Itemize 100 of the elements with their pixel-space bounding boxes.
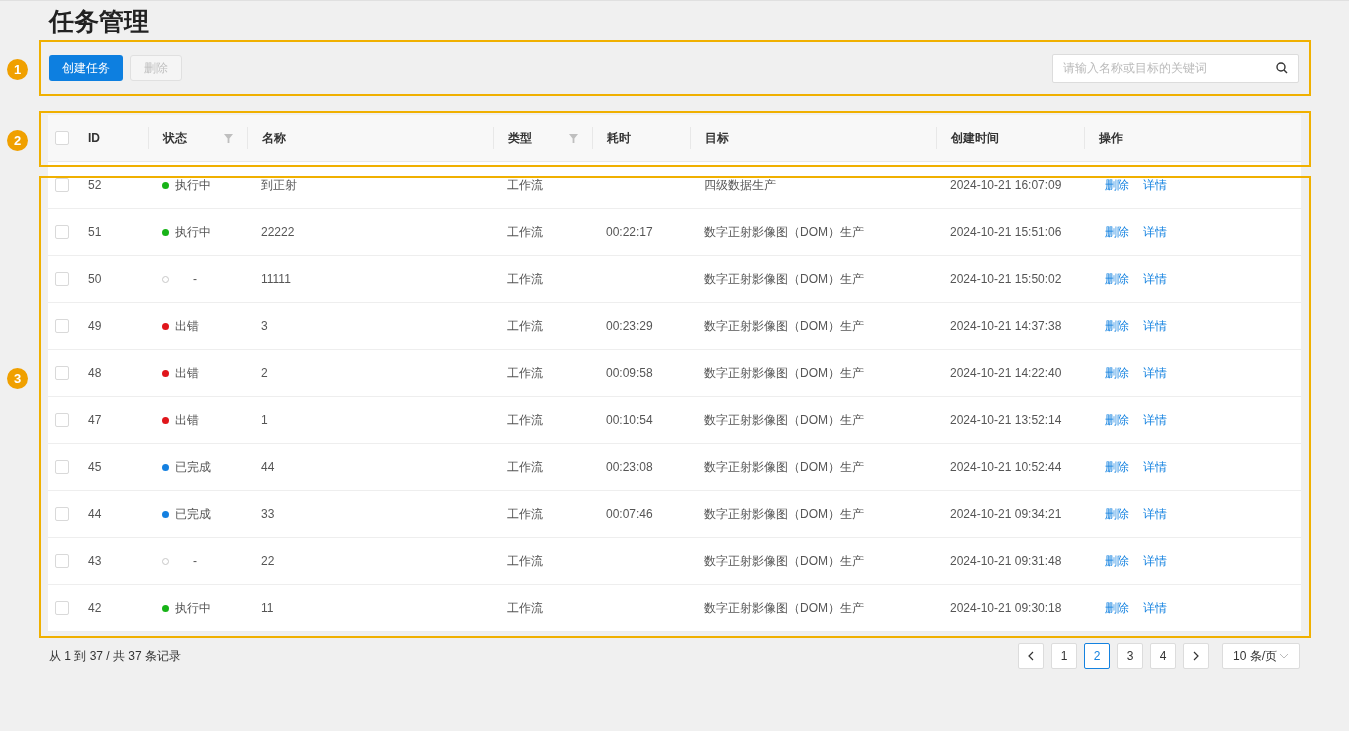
action-link[interactable]: 详情 [1143, 552, 1167, 570]
table-cell-text: 工作流 [506, 365, 543, 382]
table-cell-text: 到正射 [260, 177, 297, 194]
action-link[interactable]: 删除 [1105, 599, 1129, 617]
search-box[interactable]: 请输入名称或目标的关键词 [1052, 53, 1299, 83]
page-button[interactable]: 2 [1084, 643, 1110, 669]
column-header: 目标 [705, 130, 729, 147]
table-cell: 00:07:46 [606, 507, 653, 521]
checkbox[interactable] [55, 413, 69, 427]
action-link[interactable]: 删除 [1105, 270, 1129, 288]
checkbox[interactable] [55, 225, 69, 239]
action-link[interactable]: 详情 [1143, 176, 1167, 194]
action-link[interactable]: 详情 [1143, 505, 1167, 523]
action-link[interactable]: 删除 [1105, 223, 1129, 241]
column-header: 类型 [508, 130, 532, 147]
table-cell-text: 3 [260, 318, 268, 335]
table-cell-text: 数字正射影像图（DOM）生产 [703, 271, 864, 288]
status-text: 已完成 [175, 506, 211, 523]
page-size-select[interactable]: 10 条/页 [1222, 643, 1300, 669]
action-link[interactable]: 详情 [1143, 411, 1167, 429]
callout-number: 1 [7, 59, 28, 80]
action-link[interactable]: 详情 [1143, 599, 1167, 617]
search-icon[interactable] [1276, 62, 1288, 74]
table-cell: 00:23:08 [606, 460, 653, 474]
table-cell-text: 2024-10-21 16:07:09 [949, 177, 1062, 194]
action-link[interactable]: 删除 [1105, 552, 1129, 570]
table-cell-text: 2024-10-21 10:52:44 [949, 459, 1062, 476]
page-button[interactable]: 3 [1117, 643, 1143, 669]
previous-page-button[interactable] [1018, 643, 1044, 669]
table-cell-text: 2024-10-21 15:50:02 [949, 271, 1062, 288]
checkbox[interactable] [55, 366, 69, 380]
action-link[interactable]: 详情 [1143, 223, 1167, 241]
checkbox[interactable] [55, 507, 69, 521]
table-cell-text: 数字正射影像图（DOM）生产 [703, 553, 864, 570]
table-cell-text: 42 [87, 600, 102, 617]
table-cell-text: 数字正射影像图（DOM）生产 [703, 506, 864, 523]
action-link[interactable]: 详情 [1143, 317, 1167, 335]
action-link[interactable]: 删除 [1105, 458, 1129, 476]
page-button[interactable]: 4 [1150, 643, 1176, 669]
checkbox[interactable] [55, 554, 69, 568]
checkbox[interactable] [55, 460, 69, 474]
status-text: 出错 [175, 318, 199, 335]
table-cell-text: 四级数据生产 [703, 177, 776, 194]
checkbox[interactable] [55, 131, 69, 145]
table-cell-text: 45 [87, 459, 102, 476]
table-cell-text: 48 [87, 365, 102, 382]
table-cell-text: 2024-10-21 14:37:38 [949, 318, 1062, 335]
page-button[interactable]: 1 [1051, 643, 1077, 669]
table-cell-text: 22 [260, 553, 275, 570]
table-cell-text: 数字正射影像图（DOM）生产 [703, 365, 864, 382]
table-cell-text: 工作流 [506, 459, 543, 476]
search-field[interactable]: 请输入名称或目标的关键词 [1063, 59, 1276, 77]
callout-number: 3 [7, 368, 28, 389]
table-cell-text: 51 [87, 224, 102, 241]
column-header: 操作 [1099, 130, 1123, 147]
filter-icon[interactable] [569, 133, 578, 143]
table-cell-text: 2 [260, 365, 268, 382]
table-cell-text: 50 [87, 271, 102, 288]
table-cell-text: 47 [87, 412, 102, 429]
status-text: - [192, 553, 197, 570]
status-text: 执行中 [175, 224, 211, 241]
next-page-button[interactable] [1183, 643, 1209, 669]
record-summary: 从 1 到 37 / 共 37 条记录 [48, 648, 182, 665]
action-link[interactable]: 详情 [1143, 458, 1167, 476]
checkbox[interactable] [55, 601, 69, 615]
status-text: 执行中 [175, 177, 211, 194]
action-link[interactable]: 删除 [1105, 176, 1129, 194]
table-cell-text: 工作流 [506, 412, 543, 429]
action-link[interactable]: 详情 [1143, 270, 1167, 288]
checkbox[interactable] [55, 319, 69, 333]
filter-icon[interactable] [224, 133, 233, 143]
status-text: 出错 [175, 412, 199, 429]
checkbox[interactable] [55, 272, 69, 286]
action-link[interactable]: 详情 [1143, 364, 1167, 382]
table-cell-text: 43 [87, 553, 102, 570]
checkbox[interactable] [55, 178, 69, 192]
table-cell-text: 工作流 [506, 506, 543, 523]
table-cell-text: 11 [260, 600, 274, 617]
action-link[interactable]: 删除 [1105, 411, 1129, 429]
chevron-down-icon [1279, 653, 1289, 659]
action-link[interactable]: 删除 [1105, 317, 1129, 335]
table-cell-text: 52 [87, 177, 102, 194]
table-cell-text: 数字正射影像图（DOM）生产 [703, 318, 864, 335]
create-task-button[interactable]: 创建任务 [49, 55, 123, 81]
action-link[interactable]: 删除 [1105, 505, 1129, 523]
table-cell-text: 数字正射影像图（DOM）生产 [703, 412, 864, 429]
table-cell-text: 工作流 [506, 224, 543, 241]
table-cell-text: 2024-10-21 15:51:06 [949, 224, 1062, 241]
table-cell-text: 44 [260, 459, 275, 476]
table-cell-text: 2024-10-21 09:31:48 [949, 553, 1062, 570]
table-cell-text: 数字正射影像图（DOM）生产 [703, 600, 864, 617]
status-text: - [192, 271, 197, 288]
column-header: 名称 [262, 130, 286, 147]
action-link[interactable]: 删除 [1105, 364, 1129, 382]
chevron-left-icon [1027, 651, 1035, 661]
table-cell-text: 数字正射影像图（DOM）生产 [703, 459, 864, 476]
table-cell-text: 工作流 [506, 271, 543, 288]
table-cell-text: 2024-10-21 14:22:40 [949, 365, 1062, 382]
table-cell-text: 工作流 [506, 177, 543, 194]
column-header: 创建时间 [951, 130, 999, 147]
